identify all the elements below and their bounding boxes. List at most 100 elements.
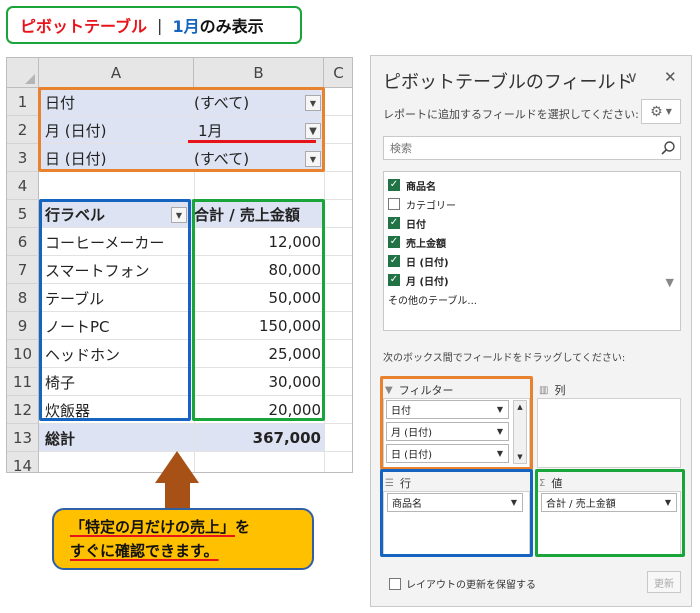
grand-total-value[interactable]: 367,000: [194, 424, 321, 452]
filter-pill-day[interactable]: 日 (日付) ▼: [386, 444, 509, 463]
filter-area-scrollbar[interactable]: ▲ ▼: [513, 400, 527, 464]
field-label: 日 (日付): [406, 257, 449, 269]
values-pill-sum-sales[interactable]: 合計 / 売上金額 ▼: [541, 493, 677, 512]
title-separator: |: [157, 15, 163, 35]
columns-icon: ▥: [539, 384, 549, 396]
gear-icon: ⚙: [650, 103, 663, 120]
checkbox-unchecked-icon[interactable]: [388, 198, 400, 210]
column-header-a[interactable]: A: [39, 58, 194, 88]
checkbox-checked-icon[interactable]: ✓: [388, 274, 400, 286]
field-search-input[interactable]: [384, 137, 634, 160]
item-value[interactable]: 50,000: [194, 284, 322, 312]
chevron-down-icon: ∨: [627, 68, 638, 86]
item-name[interactable]: ノートPC: [45, 312, 110, 340]
columns-drop-area[interactable]: [537, 398, 681, 468]
row-header-11[interactable]: 11: [7, 368, 39, 396]
row-header-13[interactable]: 13: [7, 424, 39, 452]
up-arrow-shaft: [165, 483, 190, 509]
rows-icon: ☰: [385, 477, 394, 489]
defer-update-option[interactable]: レイアウトの更新を保留する: [389, 576, 536, 591]
spreadsheet: A B C 1 2 3 4 5 6 7 8 9 10 11 12 13 14 日…: [6, 57, 353, 473]
field-item-month[interactable]: ✓ 月 (日付): [388, 271, 449, 289]
row-header-14[interactable]: 14: [7, 452, 39, 472]
callout-emphasis: 「特定の月だけの売上」: [70, 518, 236, 536]
field-item-sales[interactable]: ✓ 売上金額: [388, 233, 446, 251]
filter-dropdown-day-button[interactable]: ▼: [305, 151, 321, 167]
row-header-4[interactable]: 4: [7, 172, 39, 200]
column-header-b[interactable]: B: [194, 58, 324, 88]
columns-area-title: 列: [554, 384, 566, 397]
checkbox-checked-icon[interactable]: ✓: [388, 236, 400, 248]
filter-dropdown-date-button[interactable]: ▼: [305, 95, 321, 111]
sum-sales-header[interactable]: 合計 / 売上金額: [194, 200, 300, 228]
item-value[interactable]: 20,000: [194, 396, 322, 424]
row-label-header[interactable]: 行ラベル: [45, 200, 105, 228]
item-value[interactable]: 30,000: [194, 368, 322, 396]
field-item-category[interactable]: カテゴリー: [388, 195, 456, 213]
pane-close-button[interactable]: ✕: [664, 68, 677, 86]
row-header-8[interactable]: 8: [7, 284, 39, 312]
filter-value-date[interactable]: (すべて): [194, 88, 249, 116]
filter-pill-date[interactable]: 日付 ▼: [386, 400, 509, 419]
pill-label: 商品名: [392, 499, 422, 510]
rows-pill-product[interactable]: 商品名 ▼: [387, 493, 523, 512]
title-only-show: のみ表示: [199, 17, 264, 36]
checkbox-checked-icon[interactable]: ✓: [388, 255, 400, 267]
chevron-down-icon: ▼: [309, 98, 317, 108]
row-header-3[interactable]: 3: [7, 144, 39, 172]
rows-area-label: ☰ 行: [385, 475, 411, 491]
select-all-corner[interactable]: [7, 58, 39, 88]
field-item-product[interactable]: ✓ 商品名: [388, 176, 436, 194]
title-pivot: ピボットテーブル: [20, 17, 148, 36]
row-label-dropdown-button[interactable]: ▼: [171, 207, 187, 223]
callout-line1: 「特定の月だけの売上」を: [70, 515, 312, 539]
up-arrow-icon: [155, 451, 199, 483]
row-header-12[interactable]: 12: [7, 396, 39, 424]
filter-funnel-icon: ▼: [309, 125, 317, 137]
row-header-1[interactable]: 1: [7, 88, 39, 116]
scroll-down-icon[interactable]: ▼: [514, 451, 526, 463]
chevron-down-icon: ▼: [309, 154, 317, 164]
item-name[interactable]: スマートフォン: [45, 256, 150, 284]
field-item-day[interactable]: ✓ 日 (日付): [388, 252, 449, 270]
row-header-2[interactable]: 2: [7, 116, 39, 144]
month-underline-highlight: [188, 140, 316, 143]
filter-label-day[interactable]: 日 (日付): [45, 144, 106, 172]
row-header-6[interactable]: 6: [7, 228, 39, 256]
item-name[interactable]: 炊飯器: [45, 396, 90, 424]
column-header-c[interactable]: C: [324, 58, 352, 88]
item-name[interactable]: テーブル: [45, 284, 104, 312]
filter-funnel-icon: ▼: [385, 384, 393, 396]
row-header-5[interactable]: 5: [7, 200, 39, 228]
more-tables-link[interactable]: その他のテーブル...: [388, 290, 477, 308]
row-header-7[interactable]: 7: [7, 256, 39, 284]
field-item-date[interactable]: ✓ 日付: [388, 214, 426, 232]
checkbox-unchecked-icon[interactable]: [389, 577, 401, 590]
pane-options-button[interactable]: ∨: [627, 68, 638, 86]
checkbox-checked-icon[interactable]: ✓: [388, 217, 400, 229]
scroll-up-icon[interactable]: ▲: [514, 401, 526, 413]
item-value[interactable]: 25,000: [194, 340, 322, 368]
field-settings-button[interactable]: ⚙ ▼: [641, 99, 681, 124]
filter-value-day[interactable]: (すべて): [194, 144, 249, 172]
row-header-9[interactable]: 9: [7, 312, 39, 340]
field-search-box[interactable]: [383, 136, 681, 160]
search-icon[interactable]: [660, 140, 676, 156]
item-name[interactable]: コーヒーメーカー: [45, 228, 164, 256]
filter-label-month[interactable]: 月 (日付): [45, 116, 106, 144]
grand-total-label[interactable]: 総計: [45, 424, 75, 452]
item-name[interactable]: 椅子: [45, 368, 75, 396]
item-value[interactable]: 150,000: [194, 312, 321, 340]
item-value[interactable]: 12,000: [194, 228, 322, 256]
chevron-down-icon: ▼: [175, 210, 183, 220]
item-name[interactable]: ヘッドホン: [45, 340, 120, 368]
row-header-10[interactable]: 10: [7, 340, 39, 368]
filter-pill-month[interactable]: 月 (日付) ▼: [386, 422, 509, 441]
filter-label-date[interactable]: 日付: [45, 88, 75, 116]
update-button[interactable]: 更新: [647, 571, 681, 593]
values-area-title: 値: [551, 477, 563, 490]
filter-dropdown-month-button[interactable]: ▼: [305, 123, 321, 139]
checkbox-checked-icon[interactable]: ✓: [388, 179, 400, 191]
pivot-field-pane: ピボットテーブルのフィールド ∨ ✕ レポートに追加するフィールドを選択してくだ…: [370, 55, 692, 607]
item-value[interactable]: 80,000: [194, 256, 322, 284]
